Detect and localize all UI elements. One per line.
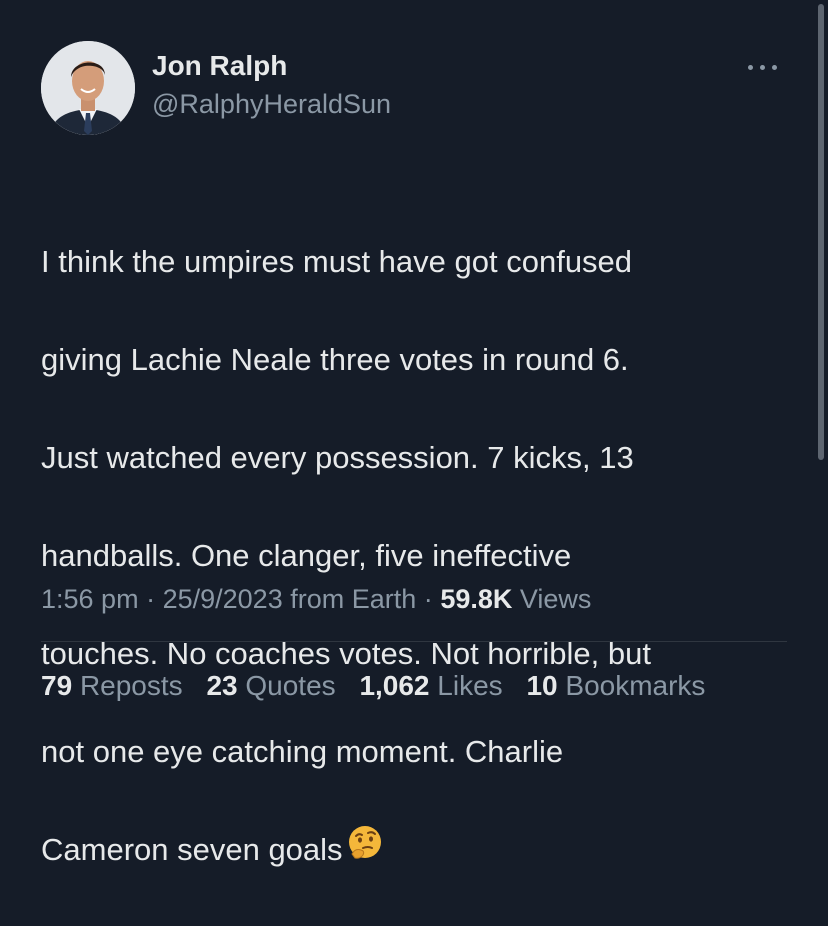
bookmarks-stat[interactable]: 10 Bookmarks <box>526 670 705 701</box>
tweet-time[interactable]: 1:56 pm <box>41 584 139 614</box>
likes-count: 1,062 <box>359 670 430 701</box>
quotes-stat[interactable]: 23 Quotes <box>206 670 335 701</box>
author-handle[interactable]: @RalphyHeraldSun <box>152 87 391 121</box>
tweet-meta: 1:56 pm · 25/9/2023 from Earth · 59.8K V… <box>41 582 591 616</box>
bookmarks-count: 10 <box>526 670 558 701</box>
divider <box>41 641 787 642</box>
reposts-count: 79 <box>41 670 73 701</box>
separator: · <box>423 584 433 614</box>
views-label: Views <box>519 584 592 614</box>
reposts-stat[interactable]: 79 Reposts <box>41 670 183 701</box>
tweet-line: giving Lachie Neale three votes in round… <box>41 342 629 377</box>
likes-stat[interactable]: 1,062 Likes <box>359 670 502 701</box>
scrollbar[interactable] <box>818 4 824 460</box>
bookmarks-label: Bookmarks <box>565 670 706 701</box>
tweet-source: from Earth <box>290 584 417 614</box>
reposts-label: Reposts <box>79 670 183 701</box>
views-count[interactable]: 59.8K <box>440 584 512 614</box>
tweet-line: Cameron seven goals <box>41 832 343 867</box>
tweet-line: not one eye catching moment. Charlie <box>41 734 564 769</box>
tweet-date[interactable]: 25/9/2023 <box>163 584 283 614</box>
tweet-line: handballs. One clanger, five ineffective <box>41 538 572 573</box>
tweet-line-last: Cameron seven goals <box>41 825 781 877</box>
thinking-face-icon <box>347 824 383 874</box>
avatar[interactable] <box>41 41 135 135</box>
engagement-stats: 79 Reposts 23 Quotes 1,062 Likes 10 Book… <box>41 669 721 703</box>
tweet-text: I think the umpires must have got confus… <box>41 188 781 926</box>
separator: · <box>146 584 156 614</box>
quotes-label: Quotes <box>245 670 336 701</box>
likes-label: Likes <box>437 670 503 701</box>
more-options-button[interactable] <box>746 54 790 80</box>
tweet-line: I think the umpires must have got confus… <box>41 244 633 279</box>
more-icon <box>746 64 779 70</box>
author-display-name[interactable]: Jon Ralph <box>152 49 287 83</box>
tweet-line: Just watched every possession. 7 kicks, … <box>41 440 634 475</box>
quotes-count: 23 <box>206 670 238 701</box>
avatar-photo <box>41 41 135 135</box>
